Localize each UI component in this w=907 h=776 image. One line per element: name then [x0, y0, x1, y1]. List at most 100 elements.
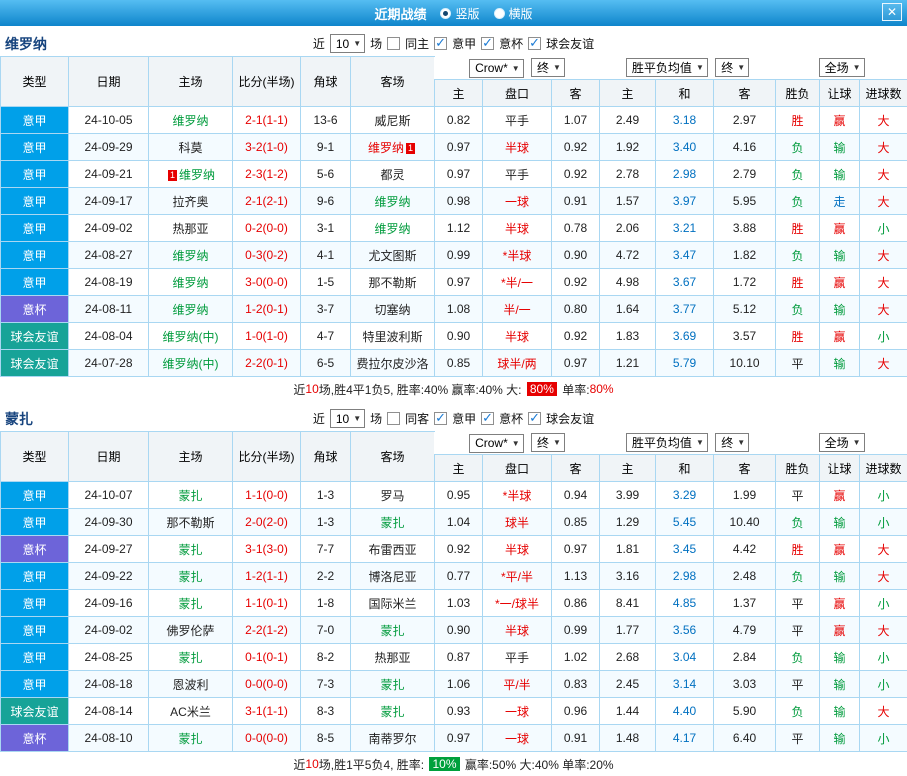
chevron-down-icon: ▼ — [353, 39, 361, 48]
scope-controls: 全场 ▼ — [776, 57, 907, 80]
match-row: 意甲24-08-18恩波利0-0(0-0)7-3蒙扎1.06平/半0.832.4… — [1, 671, 907, 698]
summary-line: 近10场,胜4平1负5, 胜率:40% 赢率:40% 大: 80% 单率:80% — [0, 377, 907, 401]
layout-radio-vertical[interactable]: 竖版 — [440, 5, 479, 22]
games-label: 场 — [370, 35, 382, 52]
col-corner: 角球 — [301, 57, 351, 107]
match-count-select[interactable]: 10 ▼ — [330, 34, 365, 53]
bookmaker-select[interactable]: Crow* ▼ — [469, 59, 524, 78]
score-cell: 0-1(0-1) — [233, 644, 301, 671]
match-date-cell: 24-08-11 — [69, 296, 149, 323]
final-odds-select[interactable]: 终 ▼ — [531, 433, 565, 452]
match-date-cell: 24-09-16 — [69, 590, 149, 617]
team-label: 维罗纳 — [374, 222, 410, 236]
col-asia-away: 客 — [552, 80, 600, 107]
bookmaker-select[interactable]: Crow* ▼ — [469, 434, 524, 453]
handicap-cell: 半/一 — [483, 296, 552, 323]
match-date-cell: 24-09-30 — [69, 509, 149, 536]
col-type: 类型 — [1, 57, 69, 107]
avg-home-cell: 3.16 — [600, 563, 656, 590]
team-label: AC米兰 — [170, 705, 211, 719]
asia-home-odds-cell: 0.95 — [435, 482, 483, 509]
score-cell: 0-0(0-0) — [233, 725, 301, 752]
asia-home-odds-cell: 1.06 — [435, 671, 483, 698]
avg-home-cell: 1.21 — [600, 350, 656, 377]
away-team-cell: 罗马 — [351, 482, 435, 509]
avg-draw-cell: 3.56 — [656, 617, 714, 644]
handicap-cell: *半/一 — [483, 269, 552, 296]
away-team-cell: 维罗纳1 — [351, 134, 435, 161]
score-cell: 1-2(0-1) — [233, 296, 301, 323]
home-team-cell: 1维罗纳 — [149, 161, 233, 188]
score-cell: 2-1(2-1) — [233, 188, 301, 215]
chevron-down-icon: ▼ — [553, 63, 561, 72]
match-row: 球会友谊24-08-14AC米兰3-1(1-1)8-3蒙扎0.93一球0.961… — [1, 698, 907, 725]
goals-cell: 小 — [860, 644, 907, 671]
corners-cell: 1-8 — [301, 590, 351, 617]
goals-cell: 小 — [860, 215, 907, 242]
match-type-cell: 意甲 — [1, 242, 69, 269]
scope-select[interactable]: 全场 ▼ — [819, 433, 865, 452]
team-label: 南蒂罗尔 — [368, 732, 416, 746]
avg-home-cell: 4.72 — [600, 242, 656, 269]
result-cell: 负 — [776, 188, 820, 215]
league-checkbox-friendly[interactable] — [528, 412, 541, 425]
average-odds-select[interactable]: 胜平负均值 ▼ — [626, 58, 708, 77]
league-checkbox-coppa[interactable] — [481, 37, 494, 50]
avg-draw-cell: 5.79 — [656, 350, 714, 377]
team-label: 蒙扎 — [178, 651, 202, 665]
same-venue-checkbox[interactable] — [387, 37, 400, 50]
europe-odds-controls: 胜平负均值 ▼ 终 ▼ — [600, 57, 776, 80]
section-header: 蒙扎 近 10 ▼ 场 同客 意甲 意杯 球会友谊 — [0, 406, 907, 431]
window-title: 近期战绩 — [374, 4, 426, 23]
away-team-cell: 威尼斯 — [351, 107, 435, 134]
team-label: 蒙扎 — [380, 624, 404, 638]
match-type-cell: 球会友谊 — [1, 698, 69, 725]
radio-unselected-icon — [494, 8, 505, 19]
home-team-cell: 蒙扎 — [149, 536, 233, 563]
league-checkbox-seriea[interactable] — [434, 37, 447, 50]
asia-home-odds-cell: 1.03 — [435, 590, 483, 617]
avg-draw-cell: 4.17 — [656, 725, 714, 752]
col-away: 客场 — [351, 57, 435, 107]
home-team-cell: AC米兰 — [149, 698, 233, 725]
result-cell: 平 — [776, 671, 820, 698]
scope-select[interactable]: 全场 ▼ — [819, 58, 865, 77]
final-average-select-value: 终 — [721, 59, 733, 76]
avg-home-cell: 1.64 — [600, 296, 656, 323]
avg-home-cell: 2.68 — [600, 644, 656, 671]
asia-home-odds-cell: 0.97 — [435, 269, 483, 296]
score-cell: 0-2(0-0) — [233, 215, 301, 242]
layout-radio-horizontal[interactable]: 横版 — [494, 5, 533, 22]
scope-controls: 全场 ▼ — [776, 432, 907, 455]
col-avg-away: 客 — [714, 455, 776, 482]
away-team-cell: 费拉尔皮沙洛 — [351, 350, 435, 377]
asia-away-odds-cell: 0.92 — [552, 161, 600, 188]
asia-away-odds-cell: 0.91 — [552, 188, 600, 215]
final-average-select[interactable]: 终 ▼ — [715, 58, 749, 77]
radio-selected-icon — [440, 8, 451, 19]
chevron-down-icon: ▼ — [512, 439, 520, 448]
handicap-cell: 一球 — [483, 698, 552, 725]
goals-cell: 大 — [860, 161, 907, 188]
match-count-select[interactable]: 10 ▼ — [330, 409, 365, 428]
league-checkbox-friendly[interactable] — [528, 37, 541, 50]
handicap-cell: *半球 — [483, 482, 552, 509]
league-checkbox-seriea[interactable] — [434, 412, 447, 425]
team-label: 维罗纳 — [172, 303, 208, 317]
final-average-select[interactable]: 终 ▼ — [715, 433, 749, 452]
goals-cell: 小 — [860, 323, 907, 350]
same-venue-checkbox[interactable] — [387, 412, 400, 425]
score-cell: 0-3(0-2) — [233, 242, 301, 269]
match-row: 球会友谊24-07-28维罗纳(中)2-2(0-1)6-5费拉尔皮沙洛0.85球… — [1, 350, 907, 377]
avg-away-cell: 2.84 — [714, 644, 776, 671]
match-row: 意甲24-09-30那不勒斯2-0(2-0)1-3蒙扎1.04球半0.851.2… — [1, 509, 907, 536]
home-team-cell: 拉齐奥 — [149, 188, 233, 215]
asia-home-odds-cell: 1.04 — [435, 509, 483, 536]
average-odds-select[interactable]: 胜平负均值 ▼ — [626, 433, 708, 452]
close-button[interactable]: ✕ — [882, 3, 902, 21]
handicap-cell: 一球 — [483, 188, 552, 215]
match-row: 意甲24-10-07蒙扎1-1(0-0)1-3罗马0.95*半球0.943.99… — [1, 482, 907, 509]
chevron-down-icon: ▼ — [553, 438, 561, 447]
league-checkbox-coppa[interactable] — [481, 412, 494, 425]
final-odds-select[interactable]: 终 ▼ — [531, 58, 565, 77]
